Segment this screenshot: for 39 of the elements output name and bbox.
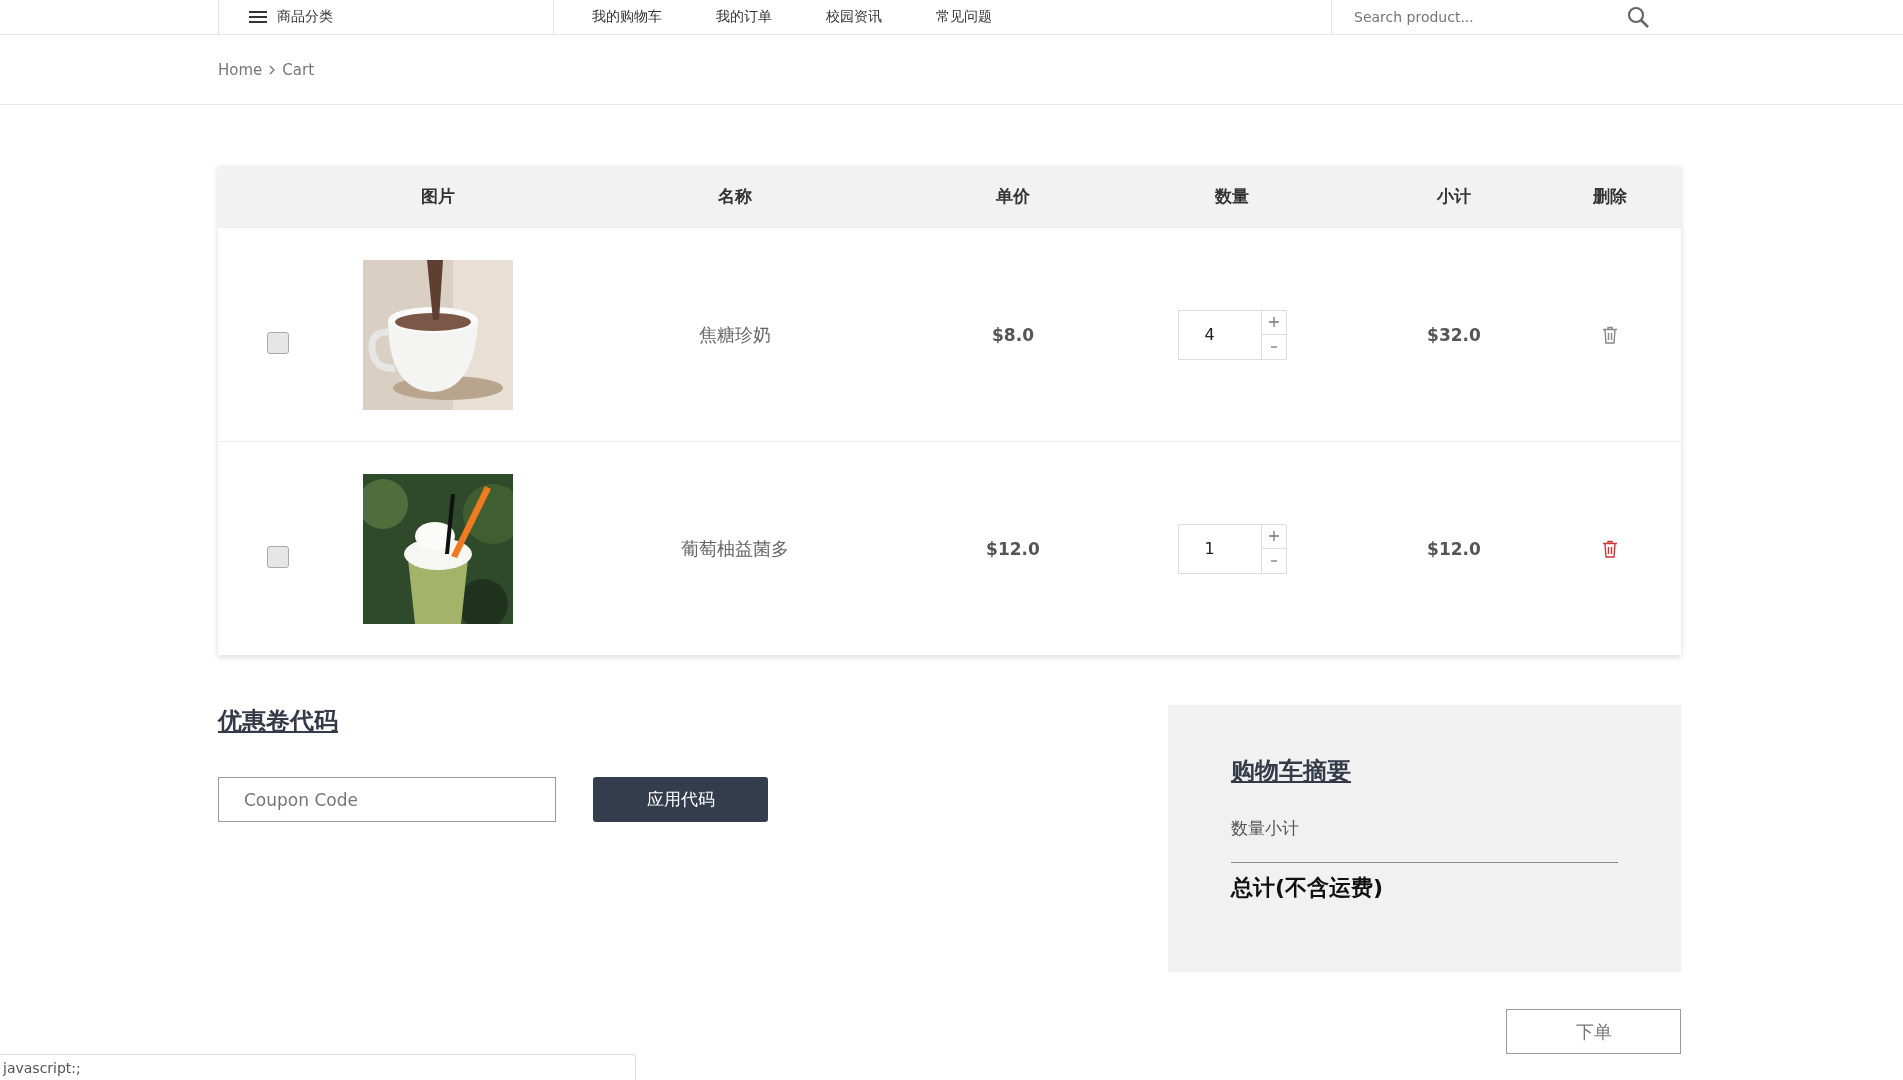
nav-link[interactable]: 常见问题 xyxy=(936,8,992,26)
summary-title: 购物车摘要 xyxy=(1231,756,1351,787)
unit-price: $12.0 xyxy=(985,538,1041,559)
plus-icon xyxy=(1267,316,1280,329)
nav-link[interactable]: 我的购物车 xyxy=(592,8,662,26)
column-header: 删除 xyxy=(1591,185,1628,208)
coupon-field[interactable]: Coupon Code xyxy=(218,777,556,822)
subtotal: $12.0 xyxy=(1426,538,1482,559)
nav-link[interactable]: 我的订单 xyxy=(716,8,772,26)
checkbox[interactable] xyxy=(267,331,289,354)
chevron-icon xyxy=(268,64,277,75)
unit-price: $8.0 xyxy=(991,324,1035,345)
trash-icon[interactable] xyxy=(1601,325,1618,344)
quantity-field[interactable]: 4 xyxy=(1177,309,1262,360)
column-header: 小计 xyxy=(1436,185,1472,208)
coupon-title: 优惠卷代码 xyxy=(218,706,338,737)
plus-icon xyxy=(1267,530,1280,543)
trash-icon[interactable] xyxy=(1601,539,1618,558)
menu-icon xyxy=(249,11,267,23)
search-icon[interactable] xyxy=(1626,5,1650,29)
column-header: 名称 xyxy=(717,185,753,208)
product-name: 葡萄柚益菌多 xyxy=(680,536,790,561)
nav-link[interactable]: 校园资讯 xyxy=(826,8,882,26)
column-header: 图片 xyxy=(420,185,456,208)
breadcrumb-link[interactable]: Home xyxy=(218,60,263,79)
quantity-label: 数量小计 xyxy=(1231,817,1618,863)
total-label: 总计(不含运费) xyxy=(1231,874,1385,902)
search-field[interactable]: Search product... xyxy=(1352,8,1626,26)
category-menu[interactable]: 商品分类 xyxy=(218,0,554,34)
breadcrumb-link[interactable]: Cart xyxy=(282,60,314,79)
quantity-field[interactable]: 1 xyxy=(1177,523,1262,574)
place-order-button[interactable]: 下单 xyxy=(1506,1009,1681,1054)
column-header: 单价 xyxy=(995,185,1031,208)
product-name: 焦糖珍奶 xyxy=(698,322,772,347)
checkbox[interactable] xyxy=(267,545,289,568)
subtotal: $32.0 xyxy=(1426,324,1482,345)
status-bar: javascript:; xyxy=(0,1054,636,1080)
apply-code-button[interactable]: 应用代码 xyxy=(593,777,768,822)
column-header: 数量 xyxy=(1214,185,1250,208)
